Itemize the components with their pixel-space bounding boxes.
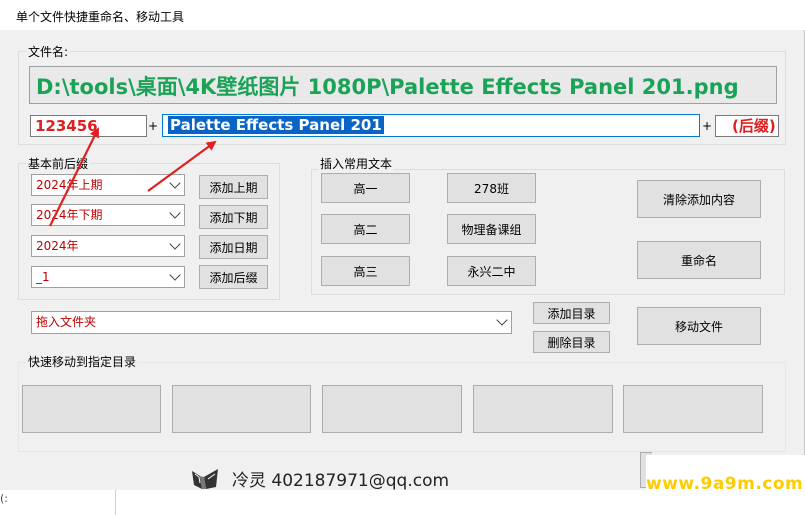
plus-sign-1: + [148,119,159,133]
prefix-input[interactable]: 123456 [30,115,147,137]
quick-move-slot-5[interactable] [623,385,763,433]
watermark-text: www.9a9m.com [646,474,804,494]
bottom-edge [115,490,135,515]
folder-select[interactable]: 拖入文件夹 [31,311,512,334]
full-path-display: D:\tools\桌面\4K壁纸图片 1080P\Palette Effects… [29,66,777,104]
quick-move-label: 快速移动到指定目录 [26,353,139,370]
quick-move-slot-4[interactable] [473,385,613,433]
add-first-period-button[interactable]: 添加上期 [199,175,268,199]
window-title: 单个文件快捷重命名、移动工具 [16,10,185,24]
delete-directory-button[interactable]: 删除目录 [533,331,610,353]
site-watermark: www.9a9m.com [646,455,805,515]
add-second-period-button[interactable]: 添加下期 [199,205,268,229]
suffix-input[interactable]: (后缀) [715,115,779,137]
insert-grade2-button[interactable]: 高二 [321,214,410,244]
affix-select-4[interactable]: _1 [31,266,185,288]
prefix-value: 123456 [35,117,98,135]
chevron-down-icon [169,269,181,281]
clear-added-button[interactable]: 清除添加内容 [637,180,761,218]
filename-label: 文件名: [26,43,71,60]
affix-select-1[interactable]: 2024年上期 [31,174,185,196]
add-date-button[interactable]: 添加日期 [199,235,268,259]
quick-move-slot-1[interactable] [22,385,161,433]
author-credit: 冷灵 402187971@qq.com [190,466,449,491]
author-logo-icon [192,468,218,489]
basic-affix-label: 基本前后缀 [26,155,91,172]
chevron-down-icon [496,314,508,326]
add-suffix-button[interactable]: 添加后缀 [199,265,268,289]
title-bar: 单个文件快捷重命名、移动工具 [0,0,805,30]
full-path-text: D:\tools\桌面\4K壁纸图片 1080P\Palette Effects… [36,75,739,99]
quick-move-slot-3[interactable] [322,385,462,433]
insert-grade3-button[interactable]: 高三 [321,256,410,286]
affix-select-1-value: 2024年上期 [36,178,103,192]
insert-physics-group-button[interactable]: 物理备课组 [447,214,536,244]
affix-select-2-value: 2024年下期 [36,208,103,222]
affix-select-4-value: _1 [36,270,50,284]
chevron-down-icon [169,238,181,250]
quick-move-slot-2[interactable] [172,385,311,433]
plus-sign-2: + [702,119,713,133]
rename-button[interactable]: 重命名 [637,241,761,279]
app-window: 单个文件快捷重命名、移动工具 文件名: D:\tools\桌面\4K壁纸图片 1… [0,0,805,515]
name-value: Palette Effects Panel 201 [168,116,384,134]
chevron-down-icon [169,207,181,219]
folder-select-value: 拖入文件夹 [36,315,97,329]
insert-class278-button[interactable]: 278班 [447,173,536,203]
chevron-down-icon [169,177,181,189]
add-directory-button[interactable]: 添加目录 [533,302,610,324]
bottom-fragment: (: [0,492,8,505]
insert-text-label: 插入常用文本 [318,155,395,172]
insert-school-button[interactable]: 永兴二中 [447,256,536,286]
name-input[interactable]: Palette Effects Panel 201 [162,114,700,137]
move-file-button[interactable]: 移动文件 [637,307,761,345]
author-credit-text: 冷灵 402187971@qq.com [232,471,450,491]
affix-select-3[interactable]: 2024年 [31,235,185,257]
affix-select-3-value: 2024年 [36,239,79,253]
suffix-value: (后缀) [732,117,776,135]
affix-select-2[interactable]: 2024年下期 [31,204,185,226]
insert-grade1-button[interactable]: 高一 [321,173,410,203]
